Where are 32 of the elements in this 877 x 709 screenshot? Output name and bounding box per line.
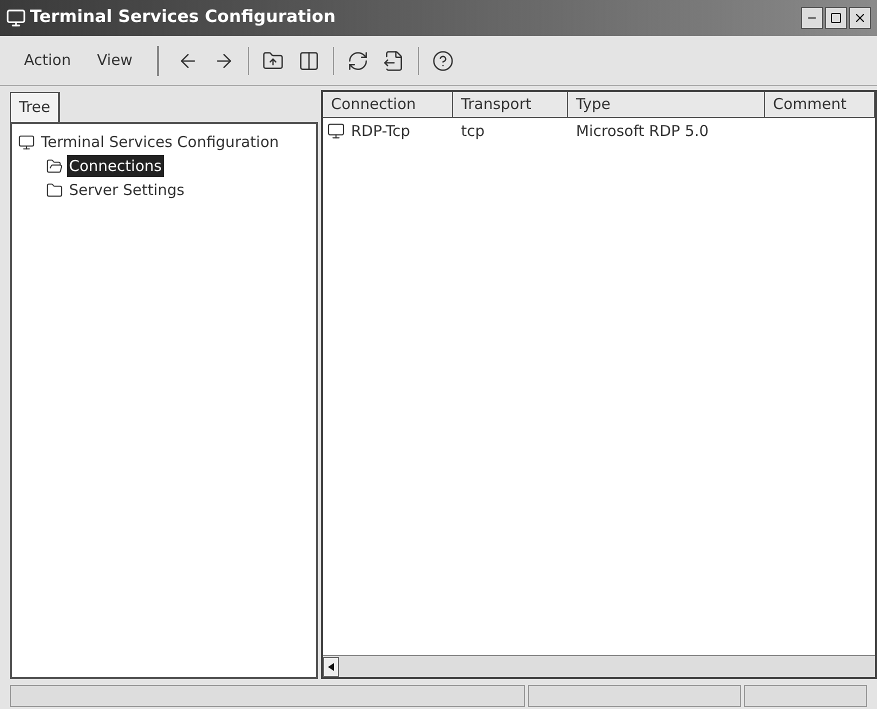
menu-item[interactable]: Action xyxy=(14,49,81,72)
export-icon[interactable] xyxy=(382,50,405,72)
left-triangle-icon xyxy=(328,662,334,670)
column-header[interactable]: Type xyxy=(568,92,765,118)
tree-item[interactable]: Connections xyxy=(67,154,164,178)
horizontal-scrollbar[interactable] xyxy=(323,655,875,677)
panes-icon[interactable] xyxy=(298,50,320,72)
folder-up-icon[interactable] xyxy=(262,50,284,72)
column-header[interactable]: Connection xyxy=(323,92,453,118)
column-header[interactable]: Transport xyxy=(453,92,568,118)
computer-icon xyxy=(18,134,35,150)
folder-icon xyxy=(46,158,63,174)
tree-tab[interactable]: Tree xyxy=(10,92,60,122)
table-cell-text: RDP-Tcp xyxy=(350,120,412,142)
table-cell-text: Microsoft RDP 5.0 xyxy=(575,120,710,142)
table-cell-text: tcp xyxy=(460,120,486,142)
help-icon[interactable] xyxy=(432,50,454,72)
refresh-icon[interactable] xyxy=(346,50,369,72)
tree-item[interactable]: Server Settings xyxy=(67,178,186,202)
column-header[interactable]: Comment xyxy=(765,92,875,118)
computer-icon xyxy=(6,8,26,28)
menu-item[interactable]: View xyxy=(86,49,143,72)
close-icon xyxy=(853,11,867,25)
window-title: Terminal Services Configuration xyxy=(30,6,336,30)
minimize-button[interactable] xyxy=(801,7,823,29)
scroll-left-button[interactable] xyxy=(323,656,339,676)
close-button[interactable] xyxy=(849,7,871,29)
folder-icon xyxy=(46,182,63,198)
maximize-button[interactable] xyxy=(825,7,847,29)
maximize-icon xyxy=(830,12,842,24)
tree-item[interactable]: Terminal Services Configuration xyxy=(39,130,281,154)
connection-icon xyxy=(327,122,345,140)
